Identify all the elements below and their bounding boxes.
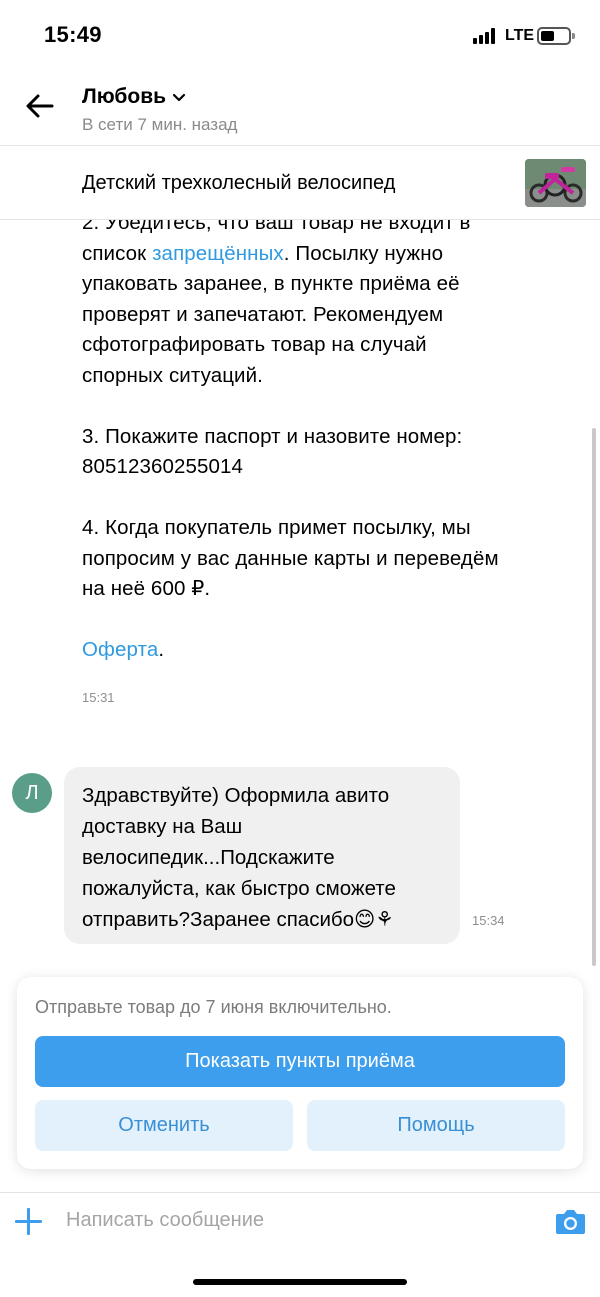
offer-line: Оферта. bbox=[82, 638, 165, 661]
battery-icon bbox=[537, 27, 575, 45]
clock: 15:49 bbox=[44, 22, 102, 47]
chevron-down-icon[interactable] bbox=[172, 92, 186, 104]
chat-header: Любовь В сети 7 мин. назад bbox=[0, 70, 600, 145]
message-bubble[interactable]: Здравствуйте) Оформила авито доставку на… bbox=[64, 767, 460, 944]
message-input[interactable]: Написать сообщение bbox=[66, 1209, 264, 1232]
contact-name[interactable]: Любовь bbox=[82, 85, 166, 109]
step-3-text: 3. Покажите паспорт и назовите номер: 80… bbox=[82, 424, 463, 479]
delivery-panel: Отправьте товар до 7 июня включительно. … bbox=[17, 977, 583, 1169]
status-bar: 15:49 LTE bbox=[0, 0, 600, 70]
message-text: Здравствуйте) Оформила авито доставку на… bbox=[82, 784, 396, 931]
step-4-text: 4. Когда покупатель примет посылку, мы п… bbox=[82, 516, 499, 600]
home-indicator[interactable] bbox=[193, 1279, 407, 1285]
camera-icon[interactable] bbox=[555, 1208, 586, 1235]
back-arrow-icon[interactable] bbox=[24, 90, 56, 122]
help-button[interactable]: Помощь bbox=[307, 1100, 565, 1151]
avatar[interactable]: Л bbox=[12, 773, 52, 813]
scrollbar[interactable] bbox=[592, 428, 596, 966]
show-pickup-points-button[interactable]: Показать пункты приёма bbox=[35, 1036, 565, 1087]
message-timestamp: 15:31 bbox=[82, 690, 115, 705]
offer-link[interactable]: Оферта bbox=[82, 638, 158, 661]
step-2-text: 2. Убедитесь, что ваш товар не входит в … bbox=[82, 220, 471, 387]
item-title[interactable]: Детский трехколесный велосипед bbox=[82, 172, 395, 195]
chat-area[interactable]: 2. Убедитесь, что ваш товар не входит в … bbox=[0, 220, 600, 970]
item-thumbnail[interactable] bbox=[525, 159, 586, 207]
cancel-button[interactable]: Отменить bbox=[35, 1100, 293, 1151]
message-composer: Написать сообщение bbox=[0, 1192, 600, 1252]
presence-status: В сети 7 мин. назад bbox=[82, 115, 238, 134]
network-label: LTE bbox=[505, 27, 535, 44]
system-message: 2. Убедитесь, что ваш товар не входит в … bbox=[82, 220, 502, 696]
shipping-deadline-note: Отправьте товар до 7 июня включительно. bbox=[35, 997, 392, 1017]
message-timestamp: 15:34 bbox=[472, 913, 505, 928]
prohibited-items-link[interactable]: запрещённых bbox=[152, 242, 284, 265]
plus-icon[interactable] bbox=[14, 1207, 44, 1237]
signal-icon bbox=[473, 28, 497, 44]
item-bar[interactable]: Детский трехколесный велосипед bbox=[0, 145, 600, 220]
